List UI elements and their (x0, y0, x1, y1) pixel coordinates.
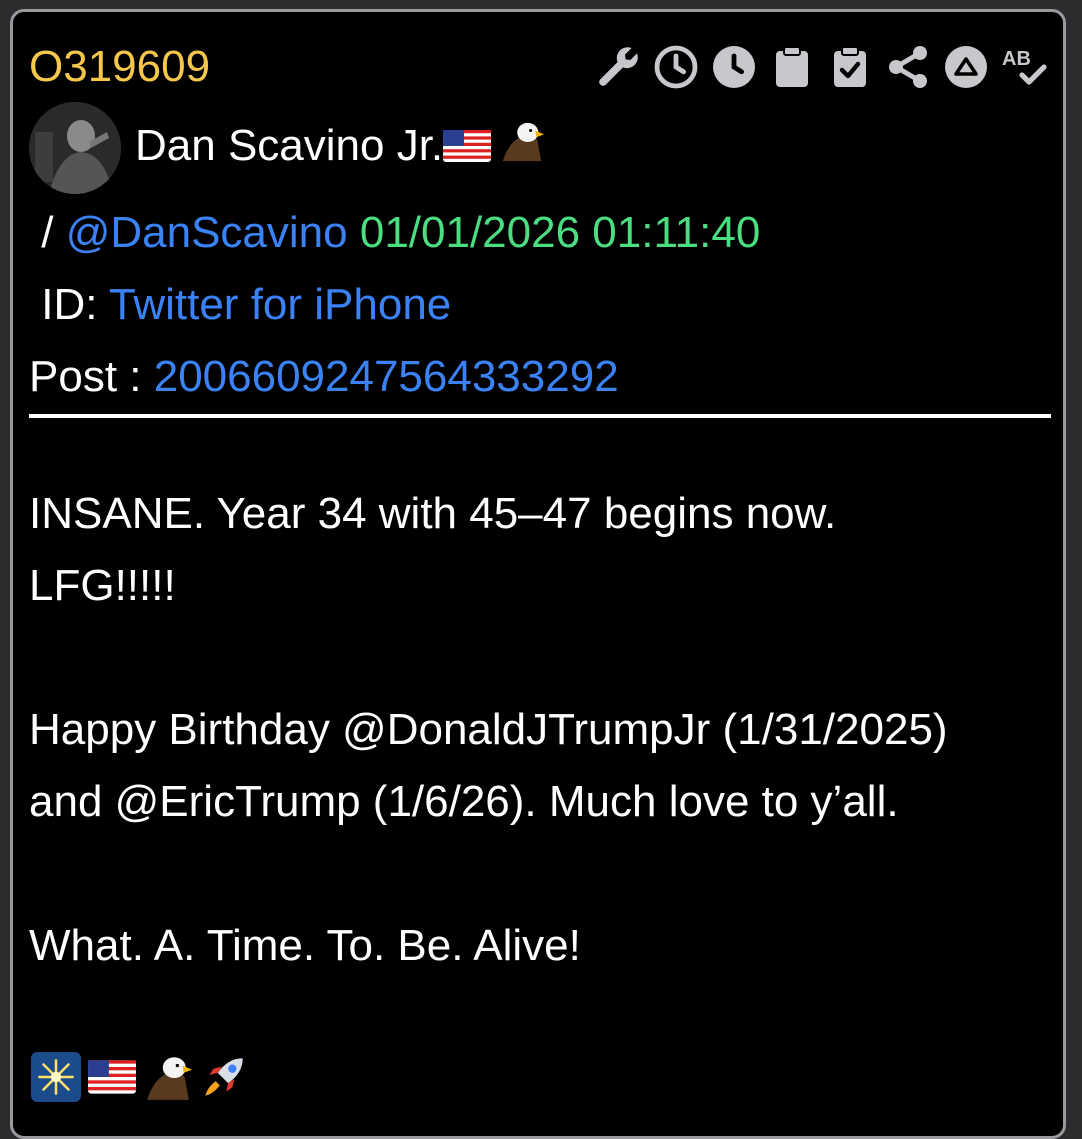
body-line-3: Happy Birthday @DonaldJTrumpJr (1/31/202… (29, 705, 948, 754)
post-card: O319609 AB Dan Scavino Jr. / @DanScavino… (10, 9, 1066, 1139)
body-line-5: What. A. Time. To. Be. Alive! (29, 921, 581, 970)
svg-text:AB: AB (1002, 48, 1031, 70)
us-flag-emoji (87, 1052, 137, 1107)
author-row: Dan Scavino Jr. (29, 102, 545, 194)
share-icon[interactable] (883, 42, 933, 92)
body-line-2: LFG!!!!! (29, 561, 176, 610)
author-name-text: Dan Scavino Jr. (135, 120, 444, 170)
spellcheck-icon[interactable]: AB (999, 42, 1049, 92)
post-number-link[interactable]: 2006609247564333292 (154, 352, 619, 401)
body-line-4: and @EricTrump (1/6/26). Much love to y’… (29, 777, 899, 826)
handle-prefix: / (29, 208, 66, 257)
divider (29, 414, 1051, 418)
clipboard-icon[interactable] (767, 42, 817, 92)
timestamp: 01/01/2026 01:11:40 (359, 208, 761, 257)
handle-line: / @DanScavino 01/01/2026 01:11:40 (29, 206, 760, 260)
us-flag-emoji (443, 121, 492, 175)
arrow-up-circle-icon[interactable] (941, 42, 991, 92)
author-name[interactable]: Dan Scavino Jr. (135, 119, 545, 178)
avatar[interactable] (29, 102, 121, 194)
wrench-icon[interactable] (593, 42, 643, 92)
id-label: ID: (29, 280, 109, 329)
body-line-1: INSANE. Year 34 with 45–47 begins now. (29, 489, 837, 538)
emoji-row (31, 1052, 249, 1107)
sparkler-emoji (31, 1052, 81, 1107)
clipboard-check-icon[interactable] (825, 42, 875, 92)
eagle-emoji (143, 1052, 193, 1107)
post-id[interactable]: O319609 (29, 40, 210, 94)
handle-link[interactable]: @DanScavino (66, 208, 348, 257)
source-line: ID: Twitter for iPhone (29, 278, 451, 332)
post-body: INSANE. Year 34 with 45–47 begins now. L… (29, 478, 1053, 982)
post-number-line: Post : 2006609247564333292 (29, 350, 619, 404)
clock-filled-icon[interactable] (709, 42, 759, 92)
clock-outline-icon[interactable] (651, 42, 701, 92)
rocket-emoji (199, 1052, 249, 1107)
toolbar: AB (593, 40, 1049, 94)
source-link[interactable]: Twitter for iPhone (109, 280, 451, 329)
post-label: Post : (29, 352, 154, 401)
eagle-emoji (499, 119, 545, 178)
